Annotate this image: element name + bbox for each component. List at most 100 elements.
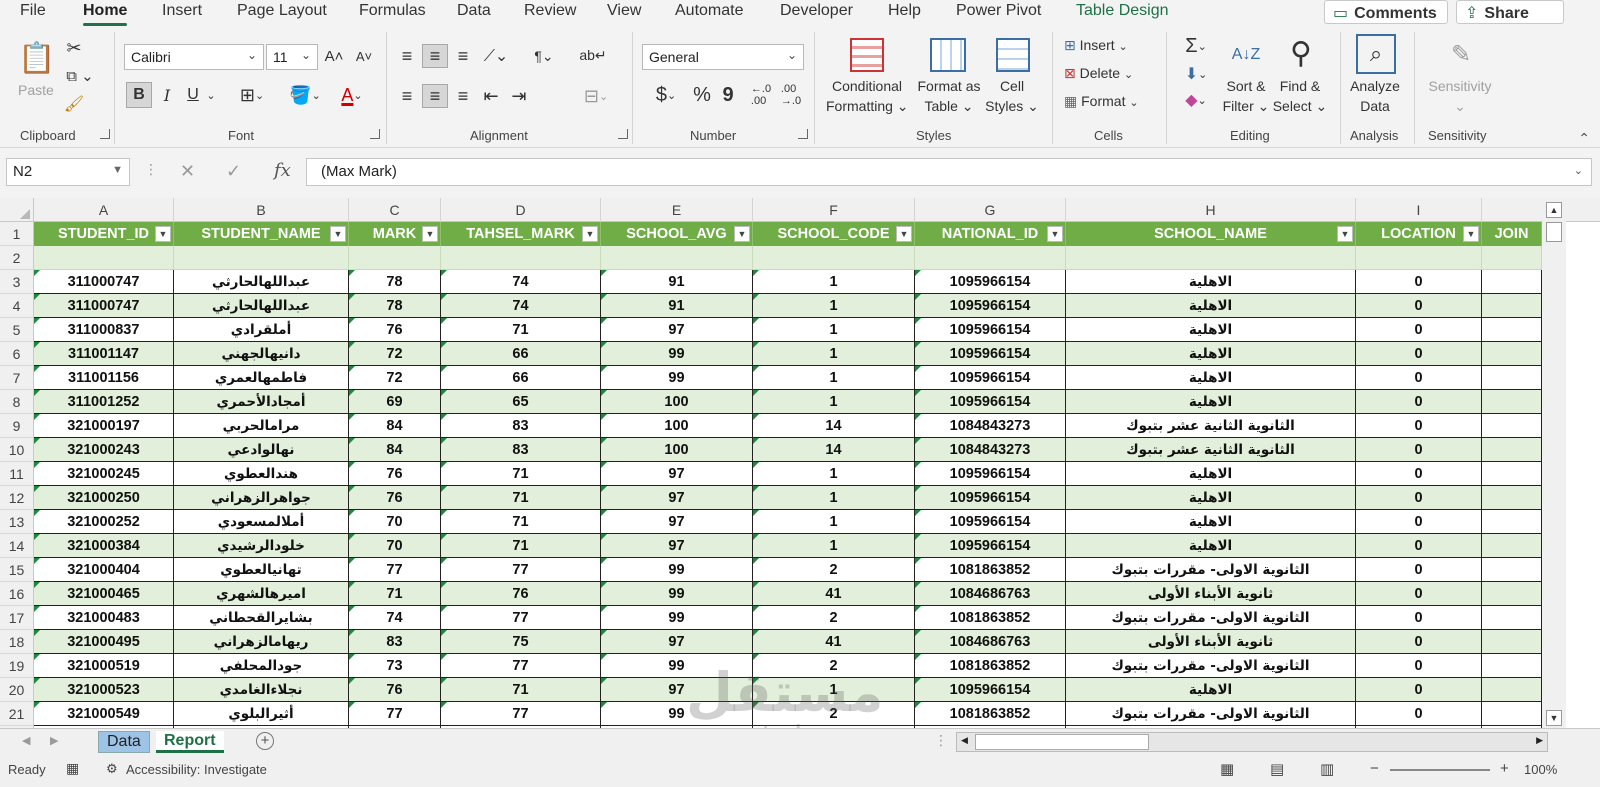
menu-formulas[interactable]: Formulas (359, 2, 426, 20)
borders-icon[interactable]: ⊞ ⌄ (232, 82, 272, 108)
menu-review[interactable]: Review (524, 2, 576, 20)
table-cell[interactable]: الثانوية الاولى- مقررات بتبوك (1066, 606, 1356, 630)
scroll-up-icon[interactable]: ▲ (1546, 202, 1562, 218)
table-cell[interactable]: 321000549 (34, 702, 174, 726)
share-button[interactable]: ⇪ Share (1456, 0, 1564, 24)
table-cell[interactable] (1482, 246, 1542, 270)
decrease-font-icon[interactable]: A˅ (352, 44, 376, 68)
menu-help[interactable]: Help (888, 2, 921, 20)
increase-decimal-icon[interactable]: ←.0.00 (748, 82, 774, 108)
table-cell[interactable]: 0 (1356, 390, 1482, 414)
accessibility-icon[interactable]: ⚙ (106, 761, 118, 777)
next-sheet-icon[interactable]: ▶ (50, 734, 58, 747)
expand-formula-icon[interactable]: ⌄ (1574, 164, 1583, 177)
table-cell[interactable]: عبداللهالحارثي (174, 270, 349, 294)
row-header[interactable]: 8 (0, 390, 34, 414)
table-cell[interactable]: 0 (1356, 606, 1482, 630)
table-cell[interactable]: 0 (1356, 438, 1482, 462)
scroll-right-icon[interactable]: ▶ (1536, 735, 1543, 746)
table-cell[interactable]: 0 (1356, 582, 1482, 606)
number-format-combo[interactable]: General ⌄ (642, 44, 804, 70)
formula-input[interactable]: (Max Mark) ⌄ (306, 158, 1592, 186)
menu-table-design[interactable]: Table Design (1076, 2, 1169, 20)
table-cell[interactable]: 1095966154 (915, 510, 1066, 534)
table-cell[interactable] (1482, 510, 1542, 534)
table-cell[interactable]: 71 (441, 510, 601, 534)
table-cell[interactable]: أملالمسعودي (174, 510, 349, 534)
table-cell[interactable] (1482, 702, 1542, 726)
column-header[interactable]: I (1356, 198, 1482, 222)
table-header-cell[interactable]: SCHOOL_AVG ▼ (601, 222, 753, 246)
table-cell[interactable]: الاهلية (1066, 270, 1356, 294)
table-cell[interactable]: جواهرالزهراني (174, 486, 349, 510)
column-header[interactable]: H (1066, 198, 1356, 222)
zoom-out-icon[interactable]: − (1370, 760, 1379, 777)
table-cell[interactable]: 83 (441, 438, 601, 462)
table-cell[interactable] (1482, 582, 1542, 606)
table-cell[interactable]: 83 (441, 414, 601, 438)
table-cell[interactable]: 0 (1356, 486, 1482, 510)
table-cell[interactable]: 75 (441, 630, 601, 654)
table-cell[interactable]: 97 (601, 318, 753, 342)
row-header[interactable]: 13 (0, 510, 34, 534)
table-cell[interactable]: 311000747 (34, 294, 174, 318)
decrease-indent-icon[interactable]: ⇤ (480, 84, 502, 108)
row-header[interactable]: 21 (0, 702, 34, 726)
table-cell[interactable]: 14 (753, 438, 915, 462)
table-cell[interactable]: 311001147 (34, 342, 174, 366)
table-cell[interactable]: 321000243 (34, 438, 174, 462)
table-cell[interactable]: 0 (1356, 270, 1482, 294)
comma-icon[interactable]: 9 (718, 82, 738, 108)
column-header[interactable]: A (34, 198, 174, 222)
table-cell[interactable] (349, 246, 441, 270)
table-cell[interactable]: 99 (601, 606, 753, 630)
table-cell[interactable]: 0 (1356, 342, 1482, 366)
table-cell[interactable]: 69 (349, 390, 441, 414)
table-cell[interactable]: 97 (601, 630, 753, 654)
table-cell[interactable]: 321000404 (34, 558, 174, 582)
table-cell[interactable]: 66 (441, 366, 601, 390)
table-cell[interactable]: جودالمحلفي (174, 654, 349, 678)
table-cell[interactable]: 72 (349, 366, 441, 390)
table-cell[interactable]: 76 (441, 582, 601, 606)
table-cell[interactable]: 0 (1356, 366, 1482, 390)
row-header[interactable]: 19 (0, 654, 34, 678)
table-cell[interactable]: 321000197 (34, 414, 174, 438)
sheet-tab-data[interactable]: Data (98, 731, 150, 753)
table-cell[interactable]: خلودالرشيدي (174, 534, 349, 558)
sort-filter-icon[interactable]: A↓Z (1226, 38, 1266, 72)
table-cell[interactable]: 91 (601, 270, 753, 294)
table-cell[interactable] (1482, 462, 1542, 486)
table-cell[interactable]: 70 (349, 534, 441, 558)
menu-developer[interactable]: Developer (780, 2, 853, 20)
insert-cells-button[interactable]: ⊞ Insert ⌄ (1064, 37, 1128, 54)
table-cell[interactable]: 99 (601, 366, 753, 390)
page-layout-view-icon[interactable]: ▤ (1270, 760, 1284, 778)
text-direction-icon[interactable]: ¶⌄ (526, 44, 562, 68)
table-cell[interactable]: 99 (601, 582, 753, 606)
table-cell[interactable]: 1 (753, 390, 915, 414)
row-header[interactable]: 9 (0, 414, 34, 438)
table-cell[interactable] (1482, 342, 1542, 366)
table-cell[interactable]: 76 (349, 318, 441, 342)
column-header[interactable]: F (753, 198, 915, 222)
row-header[interactable]: 12 (0, 486, 34, 510)
table-cell[interactable]: الاهلية (1066, 318, 1356, 342)
table-cell[interactable]: 74 (441, 294, 601, 318)
cut-icon[interactable]: ✂ (64, 38, 84, 58)
table-cell[interactable] (34, 246, 174, 270)
table-cell[interactable]: 78 (349, 294, 441, 318)
chevron-down-icon[interactable]: ⌄ (204, 82, 218, 108)
table-cell[interactable]: 1095966154 (915, 534, 1066, 558)
table-cell[interactable]: 1 (753, 270, 915, 294)
row-header[interactable]: 18 (0, 630, 34, 654)
number-launcher-icon[interactable] (798, 129, 808, 139)
format-as-table-icon[interactable] (930, 38, 966, 72)
table-cell[interactable]: 71 (441, 318, 601, 342)
table-cell[interactable]: فاطمهالعمري (174, 366, 349, 390)
table-cell[interactable]: 73 (349, 654, 441, 678)
row-header[interactable]: 11 (0, 462, 34, 486)
scroll-down-icon[interactable]: ▼ (1546, 710, 1562, 726)
fill-icon[interactable]: ⬇ ⌄ (1176, 62, 1216, 86)
table-cell[interactable]: 1081863852 (915, 654, 1066, 678)
